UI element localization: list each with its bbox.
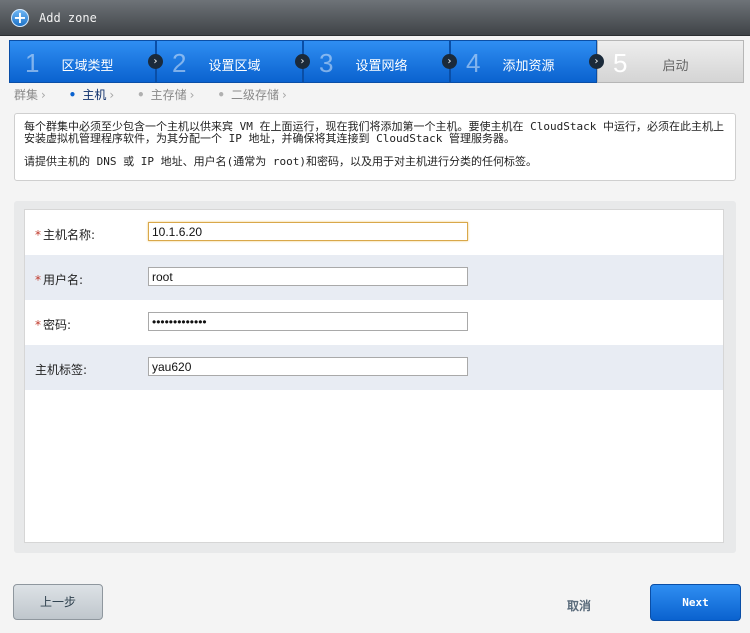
password-label: * 密码:: [35, 316, 71, 333]
substep-label: 主存储: [150, 88, 187, 102]
chevron-right-icon: ›: [442, 54, 457, 69]
next-button[interactable]: Next: [650, 584, 741, 621]
substep-primary-storage: • 主存储 ›: [137, 86, 195, 103]
wizard-steps: 1 区域类型 › 2 设置区域 › 3 设置网络 › 4 添加资源 › 5 启动: [9, 40, 744, 83]
label-text: 密码:: [43, 318, 72, 332]
chevron-right-icon: ›: [148, 54, 163, 69]
info-box: 每个群集中必须至少包含一个主机以供来宾 VM 在上面运行，现在我们将添加第一个主…: [14, 113, 736, 181]
form-row-password: * 密码:: [25, 300, 723, 345]
host-tags-input[interactable]: [148, 357, 468, 376]
chevron-right-icon: ›: [41, 88, 46, 102]
info-text: 请提供主机的 DNS 或 IP 地址、用户名(通常为 root)和密码，以及用于…: [24, 155, 537, 168]
username-input[interactable]: [148, 267, 468, 286]
step-add-resources[interactable]: 4 添加资源 ›: [450, 40, 604, 83]
chevron-right-icon: ›: [282, 88, 287, 102]
host-form: *主机名称: *用户名: *密码: 主机标签:: [24, 209, 724, 543]
chevron-right-icon: ›: [295, 54, 310, 69]
required-asterisk: *: [35, 318, 41, 332]
chevron-right-icon: ›: [109, 88, 115, 102]
step-label: 添加资源: [502, 59, 555, 74]
dialog-title: Add zone: [39, 11, 97, 25]
dot-icon: •: [136, 88, 145, 102]
required-asterisk: *: [35, 273, 41, 287]
step-label: 区域类型: [61, 59, 114, 74]
dot-icon: •: [217, 88, 225, 102]
substep-secondary-storage: • 二级存储 ›: [217, 86, 287, 103]
active-dot-icon: •: [68, 88, 77, 102]
host-name-input[interactable]: [148, 222, 468, 241]
chevron-right-icon: ›: [589, 54, 604, 69]
previous-button[interactable]: 上一步: [13, 584, 103, 620]
dialog-titlebar: + Add zone: [0, 0, 750, 36]
dialog-content: 1 区域类型 › 2 设置区域 › 3 设置网络 › 4 添加资源 › 5 启动…: [0, 36, 750, 633]
substep-cluster: 群集 ›: [14, 86, 46, 103]
form-row-host-name: * 主机名称:: [25, 210, 723, 255]
substep-label: 群集: [14, 88, 39, 102]
host-tags-label: 主机标签:: [35, 363, 88, 377]
form-container: *主机名称: *用户名: *密码: 主机标签:: [14, 201, 736, 553]
substep-breadcrumb: 群集 › • 主机 › • 主存储 › • 二级存储 ›: [14, 86, 306, 103]
required-asterisk: *: [35, 228, 41, 242]
step-label: 设置区域: [208, 59, 261, 74]
password-input[interactable]: [148, 312, 468, 331]
info-text: 每个群集中必须至少包含一个主机以供来宾 VM 在上面运行，现在我们将添加第一个主…: [24, 120, 724, 145]
cancel-button[interactable]: 取消: [567, 597, 591, 614]
add-icon: +: [11, 9, 29, 27]
step-setup-network[interactable]: 3 设置网络 ›: [303, 40, 457, 83]
username-label: * 用户名:: [35, 271, 83, 288]
label-text: 主机名称:: [43, 228, 96, 242]
step-launch: 5 启动: [597, 40, 744, 83]
step-label: 设置网络: [355, 59, 408, 74]
form-row-host-tags: 主机标签:: [25, 345, 723, 390]
chevron-right-icon: ›: [189, 88, 195, 102]
label-text: 用户名:: [43, 273, 84, 287]
host-name-label: * 主机名称:: [35, 226, 95, 243]
step-label: 启动: [662, 59, 689, 74]
form-row-username: * 用户名:: [25, 255, 723, 300]
step-setup-zone[interactable]: 2 设置区域 ›: [156, 40, 310, 83]
step-zone-type[interactable]: 1 区域类型 ›: [9, 40, 163, 83]
substep-label: 二级存储: [230, 88, 279, 102]
substep-host: • 主机 ›: [69, 86, 115, 103]
substep-label: 主机: [82, 88, 107, 102]
